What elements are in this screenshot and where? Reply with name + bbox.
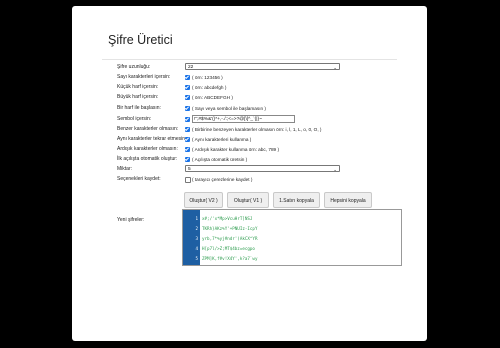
count-label: Miktar: [117,166,132,172]
divider [102,59,397,60]
no-sequential-label: Ardışık karakterler olmasın: [117,146,178,152]
password-line[interactable]: ZPM]K,f#v!X4Y',k?a7`wy [202,254,399,264]
no-repeat-checkbox[interactable] [185,136,190,142]
row-similar: Benzer karakterler olmasın: ( Birbirine … [72,125,427,134]
no-sequential-desc: ( Ardışık karakter kullanma örn: abc, 78… [192,147,280,152]
password-line[interactable]: x#;/'x*Mp>VcuHrT]NSJ [202,214,399,224]
row-start-letter: Bir harf ile başlasın: ( Sayı veya sembo… [72,104,427,113]
length-select[interactable]: 22 ⌄ [185,63,340,70]
length-value: 22 [188,65,194,70]
auto-generate-checkbox[interactable] [185,156,190,162]
symbols-label: Sembol içersin: [117,116,152,122]
lowercase-checkbox[interactable] [185,84,190,90]
count-select[interactable]: 5 ⌄ [185,165,340,172]
row-save-settings: Seçenekleri kaydet: ( tarayıcı çerezleri… [72,175,427,184]
numbers-checkbox[interactable] [185,74,190,80]
password-generator-panel: Şifre Üretici Şifre uzunluğu: 22 ⌄ Sayı … [72,6,427,341]
similar-checkbox[interactable] [185,126,190,132]
line-number-gutter: 1 2 3 4 5 [183,210,200,265]
line-number: 4 [195,246,198,251]
uppercase-checkbox[interactable] [185,94,190,100]
password-line[interactable]: H[p7l/>Z;MT$4bz=ecgpo [202,244,399,254]
auto-generate-label: İlk açılışta otomatik oluştur: [117,156,178,162]
row-no-repeat: Aynı karakterler tekrar etmesin: ( Aynı … [72,135,427,144]
lowercase-label: Küçük harf içersin: [117,84,159,90]
chevron-down-icon: ⌄ [333,167,337,172]
line-number: 5 [195,256,198,261]
save-settings-desc: ( tarayıcı çerezlerine kaydet ) [192,177,253,182]
no-repeat-desc: ( Aynı karakterleri kullanma ) [192,137,252,142]
similar-label: Benzer karakterler olmasın: [117,126,179,132]
chevron-down-icon: ⌄ [333,65,337,70]
row-length: Şifre uzunluğu: 22 ⌄ [72,63,427,72]
output-editor[interactable]: 1 2 3 4 5 x#;/'x*Mp>VcuHrT]NSJ TKRh}AKz%… [182,209,402,266]
page-title: Şifre Üretici [108,33,173,47]
count-value: 5 [188,167,191,172]
password-line[interactable]: yrb,7*%yj#ndr'(AkCX^YR [202,234,399,244]
length-label: Şifre uzunluğu: [117,64,151,70]
copy-all-button[interactable]: Hepsini kopyala [324,192,372,208]
copy-first-button[interactable]: 1.Satırı kopyala [273,192,320,208]
generate-v1-button[interactable]: Oluştur( V1 ) [227,192,269,208]
row-count: Miktar: 5 ⌄ [72,165,427,174]
symbols-input[interactable]: !";#$%&'()*+,-./:;<=>?@[\]^_`{|}~ [192,115,295,123]
save-settings-checkbox[interactable] [185,176,191,183]
lowercase-desc: ( örn: abcdefgh ) [192,85,227,90]
auto-generate-desc: ( Açılışta otomatik üretsin ) [192,157,248,162]
row-no-sequential: Ardışık karakterler olmasın: ( Ardışık k… [72,145,427,154]
row-uppercase: Büyük harf içersin: ( örn: ABCDEFGH ) [72,93,427,102]
row-lowercase: Küçük harf içersin: ( örn: abcdefgh ) [72,83,427,92]
uppercase-desc: ( örn: ABCDEFGH ) [192,95,233,100]
password-line[interactable]: TKRh}AKz%Y'+PNUIz-IcpY [202,224,399,234]
line-number: 1 [195,216,198,221]
line-number: 3 [195,236,198,241]
symbols-checkbox[interactable] [185,116,190,122]
uppercase-label: Büyük harf içersin: [117,94,159,100]
row-numbers: Sayı karakterleri içersin: ( örn: 123456… [72,73,427,82]
no-sequential-checkbox[interactable] [185,146,190,152]
start-letter-desc: ( Sayı veya sembol ile başlamasın ) [192,106,266,111]
numbers-label: Sayı karakterleri içersin: [117,74,171,80]
start-letter-label: Bir harf ile başlasın: [117,105,161,111]
generate-v2-button[interactable]: Oluştur( V2 ) [184,192,223,208]
row-auto-generate: İlk açılışta otomatik oluştur: ( Açılışt… [72,155,427,164]
output-label: Yeni şifreler: [117,217,145,223]
save-settings-label: Seçenekleri kaydet: [117,176,161,182]
similar-desc: ( Birbirine benzeyen karakterler olmasın… [192,127,322,132]
line-number: 2 [195,226,198,231]
no-repeat-label: Aynı karakterler tekrar etmesin: [117,136,187,142]
numbers-desc: ( örn: 123456 ) [192,75,223,80]
row-symbols: Sembol içersin: !";#$%&'()*+,-./:;<=>?@[… [72,115,427,124]
start-letter-checkbox[interactable] [185,105,190,111]
